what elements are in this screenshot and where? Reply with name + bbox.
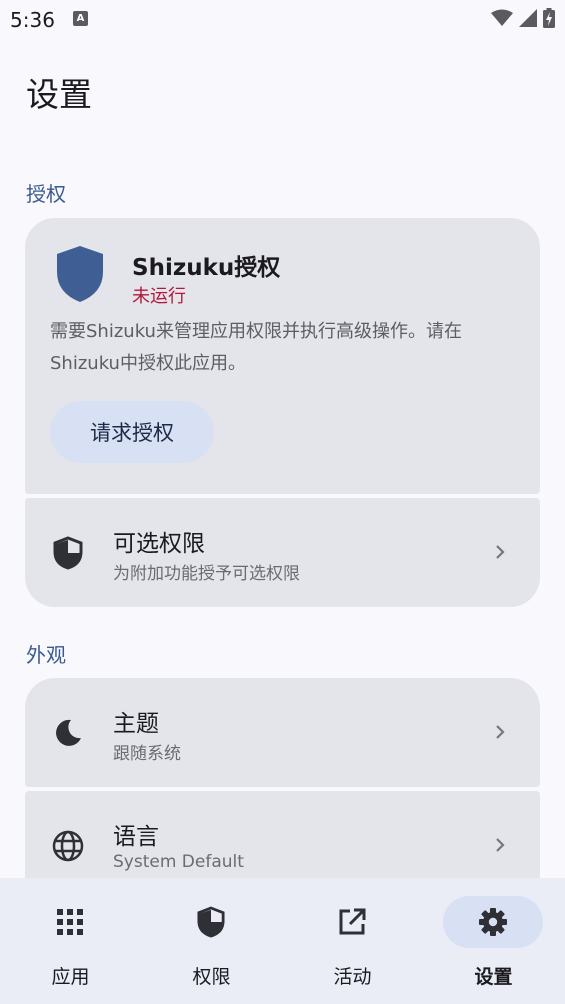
shield-half-icon — [52, 536, 84, 570]
shield-icon — [197, 906, 225, 938]
chevron-right-icon — [496, 725, 505, 739]
status-time: 5:36 — [10, 8, 55, 32]
optional-permissions-title: 可选权限 — [113, 531, 205, 557]
theme-title: 主题 — [113, 711, 159, 737]
bottom-navigation: 应用 权限 活动 设置 — [0, 878, 565, 1004]
nav-label-apps: 应用 — [51, 966, 90, 988]
signal-icon — [519, 9, 537, 27]
moon-icon — [52, 717, 84, 749]
nav-item-permissions[interactable]: 权限 — [141, 894, 282, 994]
theme-item[interactable]: 主题 跟随系统 — [25, 678, 540, 787]
nav-item-activity[interactable]: 活动 — [282, 894, 423, 994]
nav-item-settings[interactable]: 设置 — [423, 894, 564, 994]
shizuku-shield-icon — [57, 246, 103, 302]
nav-item-apps[interactable]: 应用 — [0, 894, 141, 994]
globe-icon — [52, 830, 84, 862]
notification-a-icon: A — [73, 11, 88, 26]
request-auth-button[interactable]: 请求授权 — [50, 401, 214, 463]
section-header-authorization: 授权 — [26, 182, 66, 206]
page-title: 设置 — [26, 75, 92, 114]
language-title: 语言 — [113, 824, 159, 850]
shizuku-auth-card: Shizuku授权 未运行 需要Shizuku来管理应用权限并执行高级操作。请在… — [25, 218, 540, 494]
status-bar: 5:36 A — [0, 0, 565, 40]
shizuku-description: 需要Shizuku来管理应用权限并执行高级操作。请在Shizuku中授权此应用。 — [50, 321, 462, 374]
optional-permissions-item[interactable]: 可选权限 为附加功能授予可选权限 — [25, 498, 540, 607]
apps-grid-icon — [57, 909, 83, 935]
status-icons — [491, 8, 555, 28]
section-header-appearance: 外观 — [26, 643, 66, 667]
optional-permissions-subtitle: 为附加功能授予可选权限 — [113, 564, 300, 584]
chevron-right-icon — [496, 838, 505, 852]
theme-subtitle: 跟随系统 — [113, 744, 181, 764]
nav-label-settings: 设置 — [474, 966, 513, 988]
chevron-right-icon — [496, 545, 505, 559]
gear-icon — [479, 908, 507, 936]
shizuku-status: 未运行 — [132, 286, 186, 307]
open-in-new-icon — [339, 908, 366, 935]
nav-label-activity: 活动 — [333, 966, 372, 988]
battery-icon — [543, 8, 555, 28]
wifi-icon — [491, 9, 513, 26]
shizuku-auth-title: Shizuku授权 — [132, 255, 281, 281]
nav-label-permissions: 权限 — [192, 966, 231, 988]
language-subtitle: System Default — [113, 852, 244, 872]
